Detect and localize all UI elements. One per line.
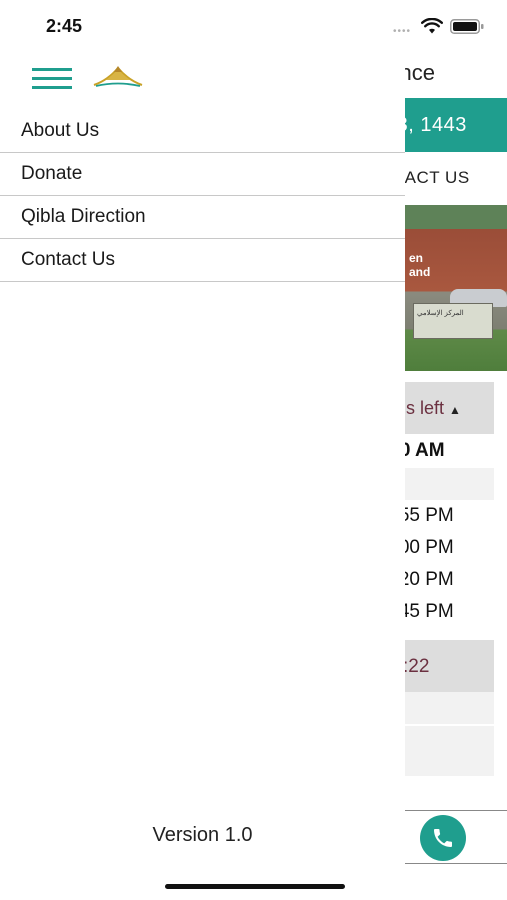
menu-item-donate[interactable]: Donate [0, 153, 405, 196]
list-row-stripe [405, 726, 494, 776]
menu-item-about-us[interactable]: About Us [0, 110, 405, 153]
menu-item-label: Donate [21, 163, 83, 184]
wifi-icon [421, 18, 443, 34]
status-bar: 2:45 •••• [0, 0, 507, 50]
battery-icon [450, 19, 484, 34]
app-version: Version 1.0 [152, 824, 253, 846]
drawer-menu: About Us Donate Qibla Direction Contact … [0, 110, 405, 282]
hamburger-menu-icon[interactable] [32, 68, 72, 90]
caret-up-icon: ▲ [449, 403, 461, 417]
phone-icon [434, 829, 452, 847]
timer-label: s left [406, 398, 445, 418]
next-prayer-timer-text: s left ▲ [406, 398, 461, 419]
home-indicator[interactable] [165, 884, 345, 889]
drawer-header [0, 52, 405, 108]
call-button[interactable] [420, 815, 466, 861]
menu-item-qibla-direction[interactable]: Qibla Direction [0, 196, 405, 239]
menu-item-label: Qibla Direction [21, 206, 146, 227]
status-time: 2:45 [46, 16, 83, 36]
masjid-photo: en and المركز الإسلامي [405, 205, 507, 371]
masjid-logo-icon [93, 66, 143, 87]
navigation-drawer: About Us Donate Qibla Direction Contact … [0, 0, 405, 900]
photo-sign-text: المركز الإسلامي [417, 310, 464, 317]
year-text: :22 [403, 656, 430, 677]
photo-trees [405, 205, 507, 229]
cellular-signal-icon: •••• [393, 26, 412, 37]
photo-text-line2: and [409, 265, 431, 279]
prayer-row-stripe [405, 468, 494, 500]
menu-item-label: Contact Us [21, 249, 115, 270]
menu-item-label: About Us [21, 120, 100, 141]
menu-item-contact-us[interactable]: Contact Us [0, 239, 405, 282]
background-contact-link[interactable]: TACT US [395, 168, 470, 188]
photo-text-line1: en [409, 251, 424, 265]
list-row-stripe [405, 692, 494, 724]
